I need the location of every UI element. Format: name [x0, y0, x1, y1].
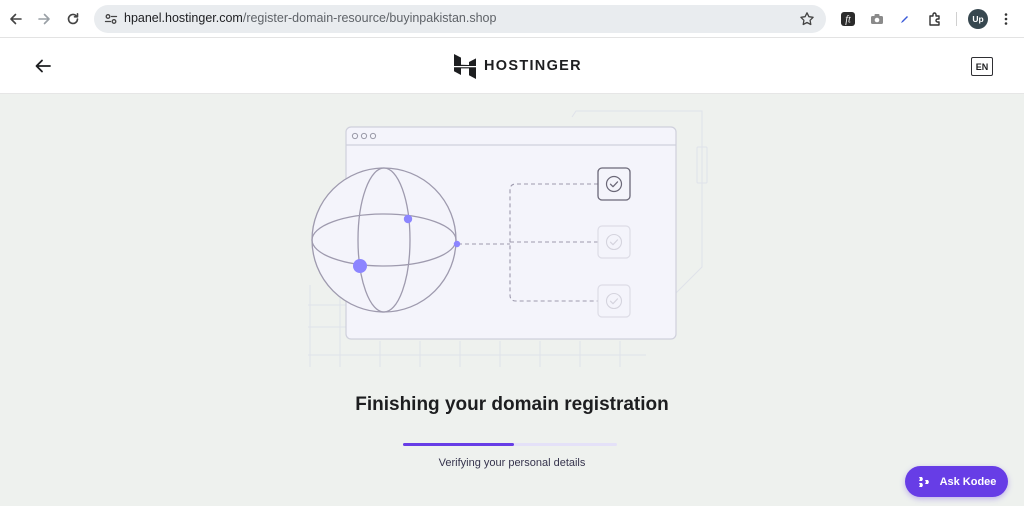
- forward-arrow-icon[interactable]: [33, 8, 55, 30]
- url-host: hpanel.hostinger.com: [124, 11, 243, 25]
- camera-extension-icon[interactable]: [867, 9, 887, 29]
- browser-toolbar: hpanel.hostinger.com/register-domain-res…: [0, 0, 1024, 38]
- check-item-1-icon: [597, 167, 631, 201]
- back-arrow-icon[interactable]: [5, 8, 27, 30]
- check-item-2-icon: [597, 225, 631, 259]
- site-settings-icon[interactable]: [102, 10, 120, 28]
- brand-name: HOSTINGER: [484, 58, 582, 74]
- kodee-sparkle-icon: [918, 476, 929, 487]
- app-header: HOSTINGER EN: [0, 38, 1024, 94]
- page-title: Finishing your domain registration: [355, 394, 669, 415]
- ask-kodee-button[interactable]: Ask Kodee: [905, 466, 1008, 497]
- svg-text:ft: ft: [845, 15, 851, 26]
- check-item-3-icon: [597, 284, 631, 318]
- reload-icon[interactable]: [62, 8, 84, 30]
- font-extension-icon[interactable]: ft: [838, 9, 858, 29]
- url-path: /register-domain-resource/buyinpakistan.…: [242, 11, 497, 25]
- back-arrow-icon[interactable]: [32, 55, 54, 77]
- url-text: hpanel.hostinger.com/register-domain-res…: [124, 11, 496, 25]
- pen-extension-icon[interactable]: [895, 9, 915, 29]
- profile-avatar[interactable]: Up: [968, 9, 988, 29]
- language-selector[interactable]: EN: [971, 57, 993, 76]
- status-text: Verifying your personal details: [438, 457, 586, 469]
- address-bar[interactable]: hpanel.hostinger.com/register-domain-res…: [94, 5, 826, 33]
- domain-registration-illustration: [308, 110, 708, 367]
- ask-kodee-label: Ask Kodee: [939, 475, 997, 488]
- more-menu-icon[interactable]: [996, 9, 1016, 29]
- hostinger-logo[interactable]: HOSTINGER: [454, 53, 582, 79]
- bookmark-star-icon[interactable]: [798, 10, 816, 28]
- progress-bar-fill: [403, 443, 515, 446]
- progress-bar: [403, 443, 617, 446]
- extensions-puzzle-icon[interactable]: [925, 9, 945, 29]
- hostinger-logo-icon: [454, 53, 476, 79]
- toolbar-divider: [956, 12, 957, 26]
